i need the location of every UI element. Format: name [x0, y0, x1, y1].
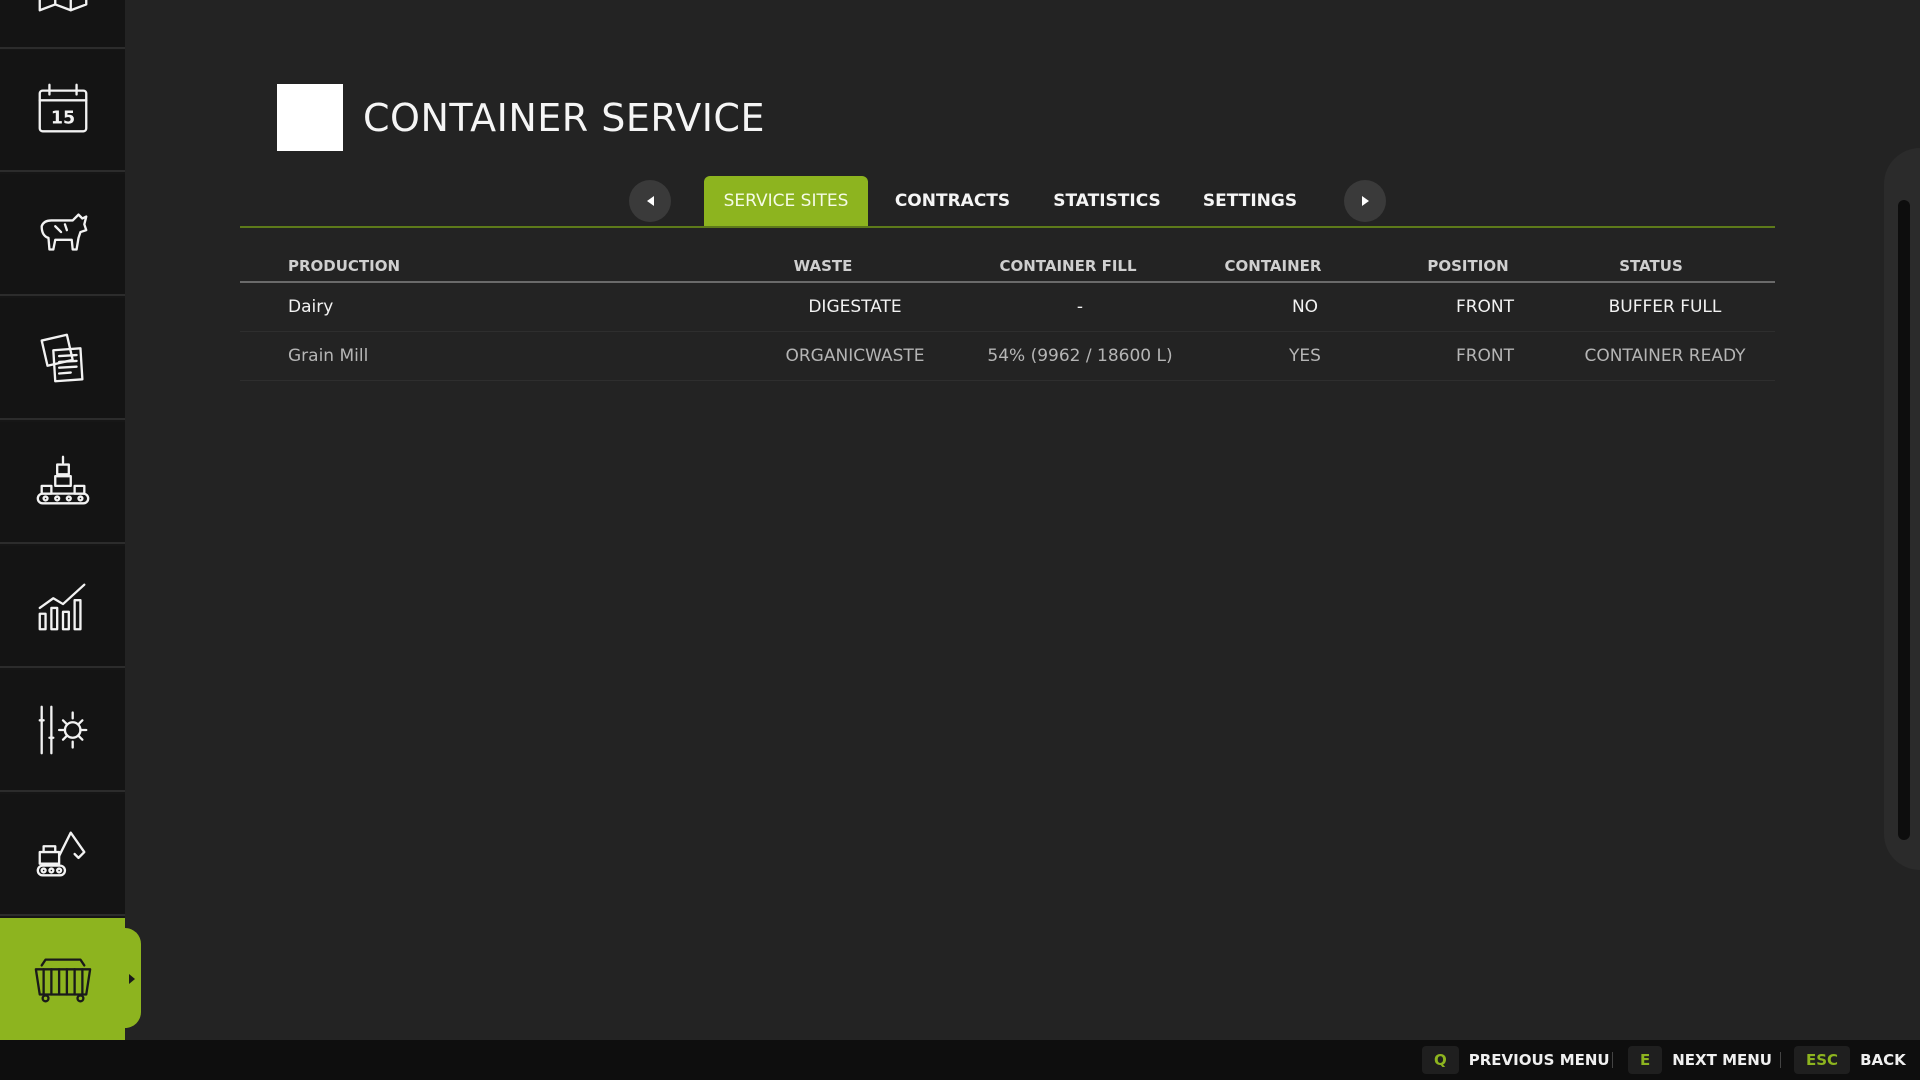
cell-status: BUFFER FULL	[1608, 297, 1722, 317]
column-header-container: CONTAINER	[1224, 257, 1322, 275]
table-row[interactable]: Dairy DIGESTATE - NO FRONT BUFFER FULL	[240, 283, 1775, 332]
excavator-icon	[36, 831, 85, 877]
sidebar: 15	[0, 0, 125, 1040]
sidebar-item-production[interactable]	[0, 422, 125, 544]
arrow-right-icon	[1361, 196, 1369, 206]
sidebar-item-calendar[interactable]: 15	[0, 50, 125, 172]
chart-icon	[38, 583, 85, 631]
cell-container: NO	[1291, 297, 1319, 317]
svg-text:15: 15	[50, 109, 74, 129]
column-header-production: PRODUCTION	[288, 257, 401, 275]
tab-bar: SERVICE SITES CONTRACTS STATISTICS SETTI…	[240, 176, 1775, 228]
documents-icon	[40, 333, 84, 383]
previous-tab-button[interactable]	[629, 180, 671, 222]
column-header-status: STATUS	[1619, 257, 1683, 275]
sidebar-item-settings[interactable]	[0, 670, 125, 792]
tab-settings[interactable]: SETTINGS	[1195, 176, 1305, 226]
cow-icon	[40, 213, 87, 251]
sidebar-item-container-service[interactable]	[0, 918, 125, 1040]
divider	[1612, 1052, 1613, 1068]
table-header: PRODUCTION WASTE CONTAINER FILL CONTAINE…	[240, 253, 1775, 283]
key-badge: E	[1628, 1046, 1663, 1074]
cell-container-fill: -	[1076, 297, 1084, 317]
next-menu-hint[interactable]: E NEXT MENU	[1628, 1046, 1772, 1074]
cell-waste: DIGESTATE	[808, 297, 902, 317]
sidebar-item-statistics[interactable]	[0, 546, 125, 668]
tab-service-sites[interactable]: SERVICE SITES	[704, 176, 868, 226]
map-icon	[38, 0, 87, 12]
table-row[interactable]: Grain Mill ORGANICWASTE 54% (9962 / 1860…	[240, 332, 1775, 381]
scrollbar[interactable]	[1898, 200, 1910, 840]
next-tab-button[interactable]	[1344, 180, 1386, 222]
mod-logo-icon	[277, 84, 343, 151]
cell-waste: ORGANICWASTE	[785, 346, 925, 366]
service-sites-table: PRODUCTION WASTE CONTAINER FILL CONTAINE…	[240, 253, 1775, 381]
page-header: CONTAINER SERVICE	[277, 84, 765, 151]
hint-label: NEXT MENU	[1672, 1051, 1772, 1069]
cell-position: FRONT	[1455, 346, 1515, 366]
column-header-container-fill: CONTAINER FILL	[999, 257, 1137, 275]
column-header-waste: WASTE	[793, 257, 853, 275]
back-hint[interactable]: ESC BACK	[1794, 1046, 1906, 1074]
production-icon	[36, 455, 89, 505]
cell-production: Grain Mill	[288, 346, 369, 366]
cell-production: Dairy	[288, 297, 334, 317]
column-header-position: POSITION	[1427, 257, 1509, 275]
calendar-icon: 15	[38, 83, 87, 133]
active-indicator	[125, 928, 141, 1028]
previous-menu-hint[interactable]: Q PREVIOUS MENU	[1422, 1046, 1610, 1074]
key-badge: ESC	[1794, 1046, 1851, 1074]
cell-container-fill: 54% (9962 / 18600 L)	[987, 346, 1173, 366]
tab-contracts[interactable]: CONTRACTS	[890, 176, 1015, 226]
container-icon	[34, 958, 91, 1003]
sidebar-item-contracts[interactable]	[0, 298, 125, 420]
hint-label: PREVIOUS MENU	[1468, 1051, 1610, 1069]
key-badge: Q	[1422, 1046, 1459, 1074]
cell-position: FRONT	[1455, 297, 1515, 317]
sidebar-item-construction[interactable]	[0, 794, 125, 916]
settings-icon	[38, 705, 87, 755]
hint-label: BACK	[1860, 1051, 1906, 1069]
cell-container: YES	[1289, 346, 1321, 366]
arrow-left-icon	[646, 196, 654, 206]
bottom-hint-bar: Q PREVIOUS MENU E NEXT MENU ESC BACK	[0, 1040, 1920, 1080]
cell-status: CONTAINER READY	[1584, 346, 1746, 366]
tab-statistics[interactable]: STATISTICS	[1047, 176, 1167, 226]
page-title: CONTAINER SERVICE	[363, 95, 765, 140]
divider	[1780, 1052, 1781, 1068]
sidebar-item-animals[interactable]	[0, 174, 125, 296]
sidebar-item-map[interactable]	[0, 0, 125, 49]
